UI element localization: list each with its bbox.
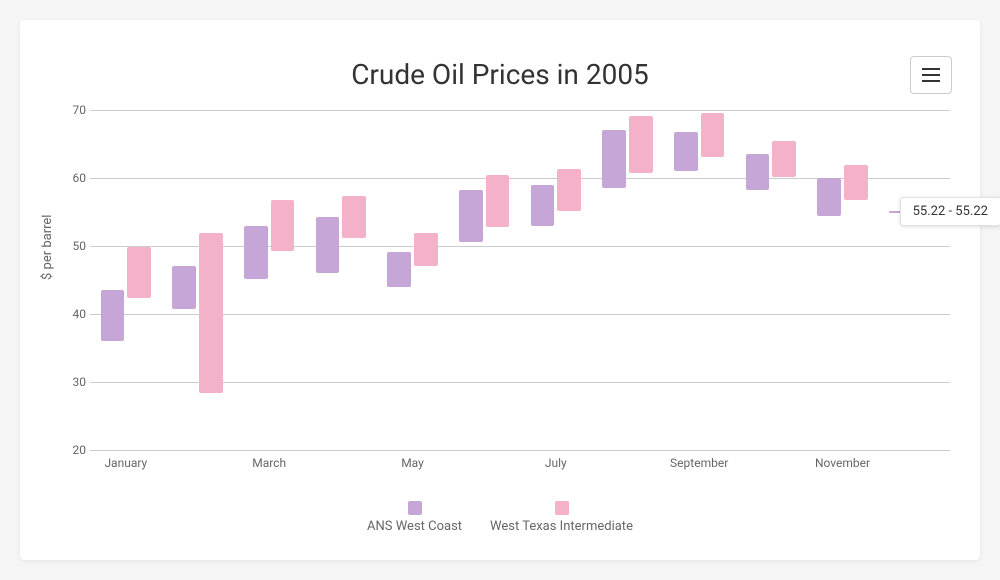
range-bar[interactable] [701, 113, 725, 157]
chart-menu-button[interactable] [910, 56, 952, 94]
y-tick-label: 30 [62, 375, 86, 389]
x-tick-label: May [401, 456, 424, 470]
range-bar[interactable] [244, 226, 268, 279]
hamburger-icon [922, 68, 940, 70]
range-bar[interactable] [199, 233, 223, 393]
chart-title: Crude Oil Prices in 2005 [20, 58, 980, 91]
range-bar[interactable] [342, 196, 366, 238]
y-tick-label: 40 [62, 307, 86, 321]
range-bar[interactable] [746, 154, 770, 190]
range-bar[interactable] [316, 217, 340, 272]
x-tick-label: November [815, 456, 870, 470]
range-bar[interactable] [271, 200, 295, 252]
y-axis-title: $ per barrel [40, 215, 55, 280]
legend-label: ANS West Coast [367, 519, 462, 534]
range-bar[interactable] [674, 132, 698, 170]
y-tick-label: 70 [62, 103, 86, 117]
range-bar[interactable] [844, 165, 868, 200]
y-tick-label: 50 [62, 239, 86, 253]
range-bar[interactable] [772, 141, 796, 178]
gridline [90, 110, 950, 111]
range-bar[interactable] [172, 266, 196, 309]
range-bar[interactable] [817, 178, 841, 216]
legend: ANS West Coast West Texas Intermediate [20, 501, 980, 534]
range-bar[interactable] [602, 130, 626, 188]
legend-label: West Texas Intermediate [490, 519, 633, 534]
range-bar[interactable] [629, 116, 653, 172]
y-tick-label: 20 [62, 443, 86, 457]
y-tick-label: 60 [62, 171, 86, 185]
gridline [90, 450, 950, 451]
legend-swatch-wti [555, 501, 569, 515]
tooltip: 55.22 - 55.22 [900, 197, 1000, 226]
x-tick-label: July [545, 456, 567, 470]
range-bar[interactable] [414, 233, 438, 266]
range-bar[interactable] [101, 290, 125, 341]
legend-swatch-ans [408, 501, 422, 515]
x-tick-label: March [252, 456, 286, 470]
range-bar[interactable] [531, 185, 555, 226]
range-bar[interactable] [557, 169, 581, 211]
range-bar[interactable] [459, 190, 483, 242]
plot-area: 203040506070JanuaryMarchMayJulySeptember… [90, 110, 950, 450]
range-bar[interactable] [127, 247, 151, 299]
x-tick-label: January [104, 456, 147, 470]
legend-item-ans[interactable]: ANS West Coast [367, 501, 462, 534]
range-bar[interactable] [486, 175, 510, 227]
range-bar[interactable] [387, 252, 411, 287]
chart-card: Crude Oil Prices in 2005 $ per barrel 20… [20, 20, 980, 560]
legend-item-wti[interactable]: West Texas Intermediate [490, 501, 633, 534]
x-tick-label: September [670, 456, 728, 470]
